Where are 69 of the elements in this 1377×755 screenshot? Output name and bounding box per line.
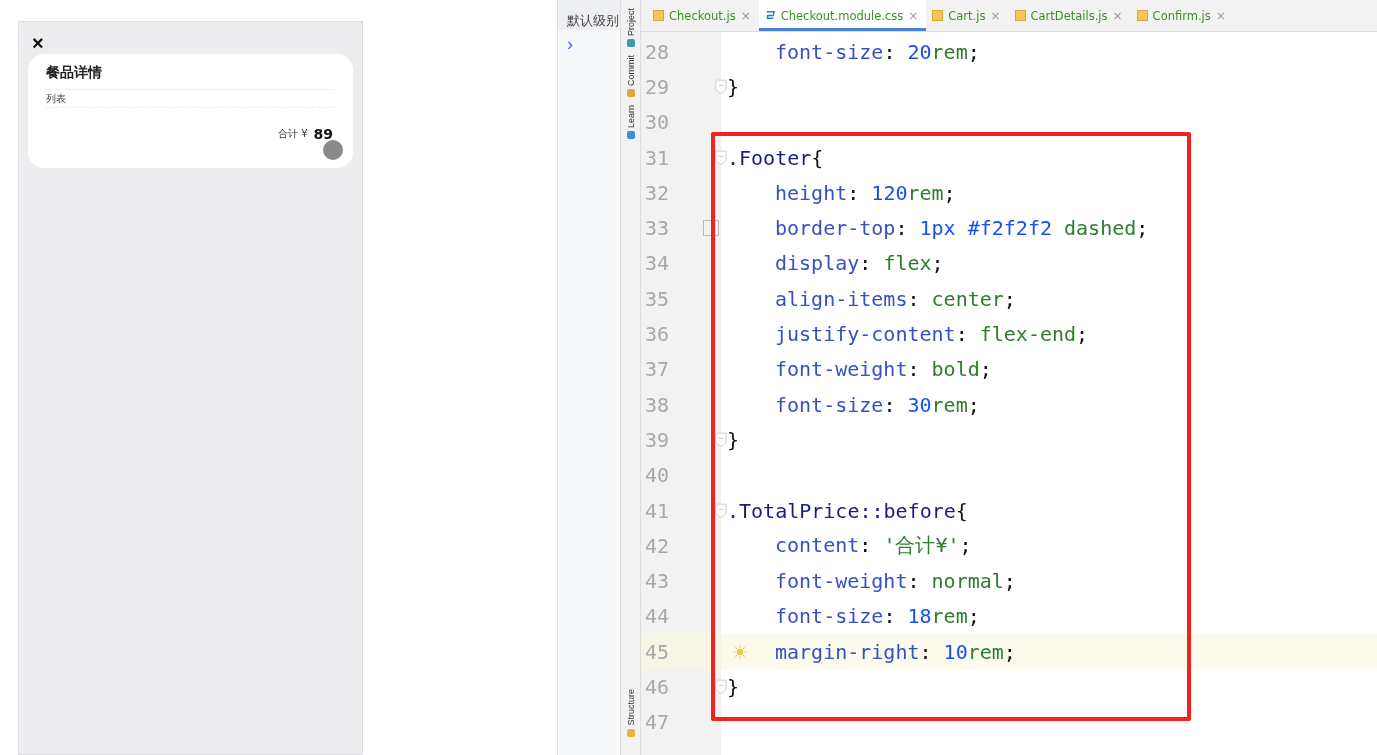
line-number: 45 [645, 639, 671, 664]
total-price: 89 [313, 126, 333, 142]
code-line: border-top: 1px #f2f2f2 dashed; [775, 216, 1149, 241]
close-tab-icon[interactable]: × [990, 8, 1001, 23]
lightbulb-icon[interactable] [733, 644, 747, 659]
close-button[interactable]: × [28, 34, 44, 52]
close-tab-icon[interactable]: × [908, 8, 919, 23]
editor-tab[interactable]: Cart.js × [926, 0, 1009, 31]
tool-window-tab[interactable]: Commit [621, 55, 640, 97]
line-number: 36 [645, 322, 671, 346]
code-line: height: 120rem; [775, 180, 956, 205]
list-label: 列表 [46, 90, 335, 108]
code-line: display: flex; [775, 251, 944, 276]
line-number: 29 [645, 74, 671, 99]
line-number: 31 [645, 145, 671, 170]
close-tab-icon[interactable]: × [740, 8, 751, 23]
touch-cursor-icon [323, 140, 343, 160]
js-file-icon [932, 10, 944, 21]
line-number: 28 [645, 39, 671, 64]
code-line: content: '合计¥'; [775, 532, 972, 560]
js-file-icon [1014, 10, 1026, 21]
close-tab-icon[interactable]: × [1215, 8, 1226, 23]
js-file-icon [653, 10, 664, 21]
line-number: 44 [645, 604, 671, 629]
code-line: align-items: center; [775, 286, 1016, 311]
code-line: font-size: 18rem; [775, 604, 980, 629]
code-line: font-weight: bold; [775, 357, 992, 382]
editor-tab[interactable]: Checkout.module.css × [758, 0, 927, 31]
line-number: 47 [645, 710, 671, 735]
line-number: 42 [645, 533, 671, 558]
line-number: 34 [645, 251, 671, 276]
code-line: font-weight: normal; [775, 569, 1016, 594]
code-line: font-size: 20rem; [775, 39, 980, 64]
code-line: } [727, 675, 740, 699]
code-line: .Footer{ [727, 145, 824, 170]
line-number: 33 [645, 216, 671, 241]
line-number: 32 [645, 180, 671, 205]
fold-marker-icon[interactable] [715, 430, 727, 449]
tool-window-tab[interactable]: Project [621, 8, 640, 47]
line-number: 41 [645, 498, 671, 523]
code-line: justify-content: flex-end; [775, 322, 1089, 346]
code-line: .TotalPrice::before{ [727, 498, 968, 523]
line-number: 39 [645, 427, 671, 452]
line-number: 30 [645, 110, 671, 135]
line-number: 43 [645, 569, 671, 594]
code-line: margin-right: 10rem; [775, 639, 1016, 664]
editor-tab[interactable]: Checkout.js × [647, 0, 759, 31]
close-tab-icon[interactable]: × [1112, 8, 1123, 23]
card-title: 餐品详情 [46, 64, 335, 90]
line-number: 46 [645, 675, 671, 699]
fold-marker-icon[interactable] [715, 501, 727, 520]
tool-window-tab[interactable]: Learn [621, 105, 640, 140]
fold-marker-icon[interactable] [715, 148, 727, 167]
css-file-icon [764, 10, 776, 21]
editor-tab[interactable]: CartDetails.js × [1008, 0, 1131, 31]
line-number: 35 [645, 286, 671, 311]
code-line: } [727, 427, 740, 452]
code-line: font-size: 30rem; [775, 392, 980, 417]
total-label: 合计 ¥ [277, 127, 308, 141]
js-file-icon [1136, 10, 1148, 21]
fold-marker-icon[interactable] [715, 77, 727, 96]
fold-marker-icon[interactable] [715, 678, 727, 696]
editor-tab[interactable]: Confirm.js × [1130, 0, 1234, 31]
scope-label: 默认级别 [558, 0, 620, 30]
line-number: 38 [645, 392, 671, 417]
tool-window-tab[interactable]: Structure [621, 689, 640, 737]
code-line: } [727, 74, 740, 99]
line-number: 37 [645, 357, 671, 382]
line-number: 40 [645, 463, 671, 488]
